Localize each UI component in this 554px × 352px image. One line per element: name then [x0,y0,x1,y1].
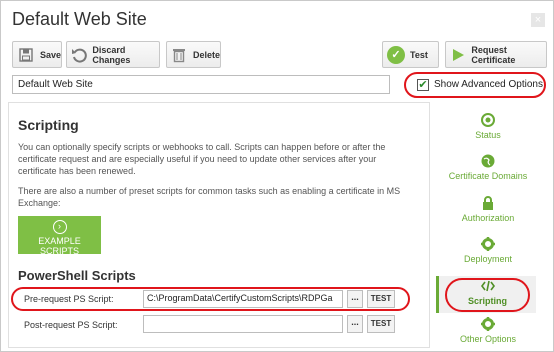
sidebar-item-label: Certificate Domains [448,171,528,181]
check-circle-icon: ✓ [387,45,405,64]
site-name-input[interactable] [12,75,390,94]
test-button[interactable]: ✓ Test [382,41,439,68]
sidebar-item-authorization[interactable]: Authorization [438,196,538,223]
save-label: Save [39,49,61,60]
test-label: Test [410,49,428,60]
close-icon[interactable]: × [531,13,545,27]
example-scripts-button[interactable]: › EXAMPLE SCRIPTS [18,216,101,256]
scripting-description-line-2: certificate request and are especially u… [18,154,377,164]
scripting-description-line-3: certificate has been renewed. [18,166,136,176]
preset-description-line-2: Exchange: [18,198,61,208]
post-request-browse-button[interactable]: ... [347,315,363,333]
post-request-label: Post-request PS Script: [24,320,118,330]
undo-icon [71,46,87,64]
advanced-options-label[interactable]: Show Advanced Options [434,79,543,90]
advanced-options-checkbox[interactable]: ✔ [417,79,429,91]
sidebar-item-label: Other Options [459,334,517,344]
delete-label: Delete [192,49,220,60]
post-request-test-button[interactable]: TEST [367,315,395,333]
sidebar-item-label: Authorization [461,213,515,223]
sidebar-item-certificate-domains[interactable]: Certificate Domains [438,154,538,181]
gear-icon [481,237,495,251]
pre-request-script-input[interactable]: C:\ProgramData\CertifyCustomScripts\RDPG… [143,290,343,308]
sidebar-item-label: Status [475,130,501,140]
powershell-heading: PowerShell Scripts [18,268,136,283]
delete-button[interactable]: Delete [166,41,221,68]
window-title: Default Web Site [12,9,147,29]
target-icon [481,113,495,127]
save-icon [17,46,35,64]
post-request-script-input[interactable] [143,315,343,333]
sidebar-item-deployment[interactable]: Deployment [438,237,538,264]
pre-request-browse-button[interactable]: ... [347,290,363,308]
chevron-right-icon: › [52,220,67,234]
sidebar-item-other-options[interactable]: Other Options [438,317,538,344]
preset-description-line-1: There are also a number of preset script… [18,186,401,196]
sidebar-item-status[interactable]: Status [438,113,538,140]
gear-icon [481,317,495,331]
scripting-highlight [445,278,530,312]
sidebar-item-label: Deployment [463,254,513,264]
request-certificate-label: Request Certificate [471,44,516,65]
pre-request-label: Pre-request PS Script: [24,294,114,304]
globe-icon [481,154,495,168]
discard-changes-button[interactable]: Discard Changes [66,41,160,68]
lock-icon [481,196,495,210]
example-scripts-label: EXAMPLE SCRIPTS [38,236,81,256]
scripting-heading: Scripting [18,117,79,133]
discard-label: Discard Changes [92,44,131,65]
pre-request-test-button[interactable]: TEST [367,290,395,308]
trash-icon [171,46,188,64]
request-certificate-button[interactable]: Request Certificate [445,41,547,68]
play-icon [450,46,466,64]
scripting-description-line-1: You can optionally specify scripts or we… [18,142,386,152]
save-button[interactable]: Save [12,41,62,68]
